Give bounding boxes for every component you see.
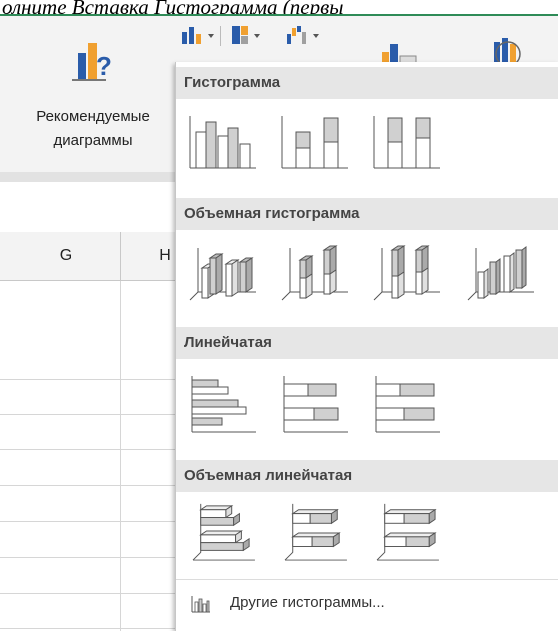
3d-stacked-bar-thumb[interactable] bbox=[280, 502, 350, 562]
recommended-charts-icon: ? bbox=[72, 43, 112, 81]
waterfall-chart-dropdown-button[interactable] bbox=[285, 24, 329, 48]
grid-vline bbox=[120, 281, 121, 631]
stacked-bar-thumb[interactable] bbox=[280, 374, 350, 434]
small-column-chart-icon bbox=[191, 596, 210, 613]
3d-stacked-column-thumb[interactable] bbox=[280, 242, 350, 302]
grid-hline bbox=[0, 593, 175, 594]
gallery-footer-separator bbox=[176, 579, 558, 580]
clustered-column-thumb[interactable] bbox=[188, 112, 258, 172]
section-header-column: Гистограмма bbox=[176, 67, 558, 99]
stacked-column-thumb[interactable] bbox=[280, 112, 350, 172]
column-divider bbox=[120, 232, 121, 280]
clustered-bar-thumb[interactable] bbox=[188, 374, 258, 434]
section-header-3d-column: Объемная гистограмма bbox=[176, 198, 558, 230]
more-column-charts-label: Другие гистограммы... bbox=[230, 594, 385, 611]
hierarchy-chart-dropdown-button[interactable] bbox=[230, 24, 274, 48]
worksheet-grid[interactable] bbox=[0, 281, 175, 631]
grid-hline bbox=[0, 379, 175, 380]
grid-hline bbox=[0, 557, 175, 558]
recommended-charts-label-line1: Рекомендуемые bbox=[36, 108, 150, 125]
grid-hline bbox=[0, 628, 175, 629]
more-column-charts-button[interactable]: Другие гистограммы... bbox=[176, 584, 558, 624]
section-header-bar: Линейчатая bbox=[176, 327, 558, 359]
3d-100-stacked-column-thumb[interactable] bbox=[372, 242, 442, 302]
column-header-g[interactable]: G bbox=[12, 232, 120, 280]
3d-column-thumb[interactable] bbox=[466, 242, 536, 302]
100-stacked-bar-thumb[interactable] bbox=[372, 374, 442, 434]
svg-text:?: ? bbox=[96, 51, 112, 81]
grid-hline bbox=[0, 449, 175, 450]
grid-hline bbox=[0, 485, 175, 486]
3d-clustered-column-thumb[interactable] bbox=[188, 242, 258, 302]
3d-clustered-bar-thumb[interactable] bbox=[188, 502, 258, 562]
100-stacked-column-thumb[interactable] bbox=[372, 112, 442, 172]
3d-100-stacked-bar-thumb[interactable] bbox=[372, 502, 442, 562]
grid-hline bbox=[0, 521, 175, 522]
grid-hline bbox=[0, 414, 175, 415]
recommended-charts-label-line2: диаграммы bbox=[53, 132, 133, 149]
section-header-3d-bar: Объемная линейчатая bbox=[176, 460, 558, 492]
column-chart-dropdown-button[interactable] bbox=[180, 24, 228, 48]
recommended-charts-button[interactable]: ? Рекомендуемые диаграммы bbox=[12, 35, 174, 155]
column-chart-gallery: Гистограмма Объемная гистограмма Линейча… bbox=[175, 62, 558, 631]
